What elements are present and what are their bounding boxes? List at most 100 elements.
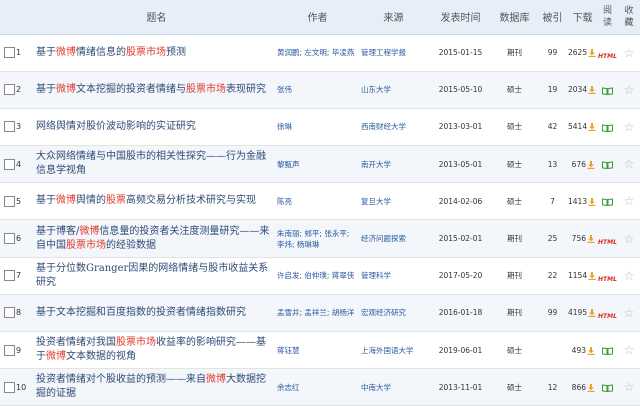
source-link[interactable]: 管理科学: [358, 257, 429, 294]
download-cell[interactable]: 756: [568, 220, 597, 257]
paper-title-link[interactable]: 基于微博情绪信息的股票市场预测: [36, 34, 277, 71]
row-checkbox[interactable]: [4, 158, 15, 170]
paper-title-link[interactable]: 投资者情绪对我国股票市场收益率的影响研究——基于微博文本数据的视角: [36, 332, 277, 369]
star-icon[interactable]: ☆: [624, 343, 635, 357]
source-link[interactable]: 复旦大学: [358, 183, 429, 220]
read-cell[interactable]: HTML: [597, 257, 618, 294]
cited-count[interactable]: 99: [537, 34, 568, 71]
source-link[interactable]: 西南财经大学: [358, 108, 429, 145]
download-arrow-icon[interactable]: [588, 197, 596, 206]
row-checkbox[interactable]: [4, 233, 15, 245]
open-book-icon[interactable]: [602, 161, 613, 170]
download-arrow-icon[interactable]: [588, 123, 596, 132]
download-column-header[interactable]: 下载: [568, 0, 597, 35]
download-arrow-icon[interactable]: [587, 235, 595, 244]
html-read-icon[interactable]: HTML: [598, 276, 617, 283]
star-icon[interactable]: ☆: [624, 269, 635, 283]
favorite-cell[interactable]: ☆: [618, 332, 640, 369]
html-read-icon[interactable]: HTML: [598, 313, 617, 320]
cited-count[interactable]: [537, 332, 568, 369]
download-arrow-icon[interactable]: [587, 346, 595, 355]
download-cell[interactable]: 676: [568, 146, 597, 183]
source-link[interactable]: 中南大学: [358, 369, 429, 406]
paper-title-link[interactable]: 网络舆情对股价波动影响的实证研究: [36, 108, 277, 145]
open-book-icon[interactable]: [602, 347, 613, 356]
read-cell[interactable]: [597, 369, 618, 406]
paper-title-link[interactable]: 基于分位数Granger因果的网络情绪与股市收益关系研究: [36, 257, 277, 294]
download-arrow-icon[interactable]: [588, 309, 596, 318]
download-arrow-icon[interactable]: [587, 383, 595, 392]
star-icon[interactable]: ☆: [624, 194, 635, 208]
row-checkbox[interactable]: [4, 47, 15, 59]
favorite-cell[interactable]: ☆: [618, 369, 640, 406]
download-arrow-icon[interactable]: [588, 86, 596, 95]
cited-count[interactable]: 99: [537, 294, 568, 331]
favorite-cell[interactable]: ☆: [618, 146, 640, 183]
star-icon[interactable]: ☆: [624, 306, 635, 320]
read-cell[interactable]: [597, 146, 618, 183]
row-checkbox[interactable]: [4, 195, 15, 207]
star-icon[interactable]: ☆: [624, 83, 635, 97]
html-read-icon[interactable]: HTML: [598, 53, 617, 60]
cited-count[interactable]: 13: [537, 146, 568, 183]
author-links[interactable]: 徐琳: [277, 108, 358, 145]
author-links[interactable]: 孟雪井; 孟祥兰; 胡杨洋: [277, 294, 358, 331]
date-column-header[interactable]: 发表时间: [429, 0, 492, 35]
row-checkbox[interactable]: [4, 344, 15, 356]
favorite-cell[interactable]: ☆: [618, 220, 640, 257]
paper-title-link[interactable]: 基于文本挖掘和百度指数的投资者情绪指数研究: [36, 294, 277, 331]
open-book-icon[interactable]: [602, 87, 613, 95]
title-column-header[interactable]: 题名: [36, 0, 277, 35]
favorite-cell[interactable]: ☆: [618, 257, 640, 294]
row-checkbox[interactable]: [4, 381, 15, 393]
paper-title-link[interactable]: 基于微博文本挖掘的投资者情绪与股票市场表现研究: [36, 71, 277, 108]
source-link[interactable]: 经济问题探索: [358, 220, 429, 257]
author-links[interactable]: 许启发; 伯仲璞; 蒋翠侠: [277, 257, 358, 294]
download-arrow-icon[interactable]: [588, 272, 596, 281]
author-links[interactable]: 蒋钰慧: [277, 332, 358, 369]
download-cell[interactable]: 1154: [568, 257, 597, 294]
read-cell[interactable]: [597, 71, 618, 108]
cited-count[interactable]: 12: [537, 369, 568, 406]
author-links[interactable]: 黎甄声: [277, 146, 358, 183]
row-checkbox[interactable]: [4, 121, 15, 133]
source-link[interactable]: 宏观经济研究: [358, 294, 429, 331]
download-cell[interactable]: 2625: [568, 34, 597, 71]
open-book-icon[interactable]: [602, 384, 613, 393]
paper-title-link[interactable]: 大众网络情绪与中国股市的相关性探究——行为金融信息学视角: [36, 146, 277, 183]
paper-title-link[interactable]: 基于微博舆情的股票高频交易分析技术研究与实现: [36, 183, 277, 220]
row-checkbox[interactable]: [4, 307, 15, 319]
star-icon[interactable]: ☆: [624, 46, 635, 60]
read-cell[interactable]: [597, 108, 618, 145]
source-link[interactable]: 山东大学: [358, 71, 429, 108]
html-read-icon[interactable]: HTML: [598, 239, 617, 246]
author-links[interactable]: 朱南丽; 郏平; 张永平; 李炜; 杨琳琳: [277, 220, 358, 257]
paper-title-link[interactable]: 基于博客/微博信息量的投资者关注度测量研究——来自中国股票市场的经验数据: [36, 220, 277, 257]
cited-count[interactable]: 7: [537, 183, 568, 220]
open-book-icon[interactable]: [602, 198, 613, 207]
star-icon[interactable]: ☆: [624, 157, 635, 171]
read-cell[interactable]: HTML: [597, 34, 618, 71]
star-icon[interactable]: ☆: [624, 120, 635, 134]
author-links[interactable]: 黄润鹏; 左文明; 毕凌燕: [277, 34, 358, 71]
cited-count[interactable]: 42: [537, 108, 568, 145]
favorite-cell[interactable]: ☆: [618, 108, 640, 145]
read-cell[interactable]: HTML: [597, 220, 618, 257]
download-cell[interactable]: 2034: [568, 71, 597, 108]
favorite-cell[interactable]: ☆: [618, 183, 640, 220]
download-cell[interactable]: 5414: [568, 108, 597, 145]
row-checkbox[interactable]: [4, 270, 15, 282]
favorite-cell[interactable]: ☆: [618, 294, 640, 331]
favorite-cell[interactable]: ☆: [618, 71, 640, 108]
star-icon[interactable]: ☆: [624, 232, 635, 246]
download-cell[interactable]: 866: [568, 369, 597, 406]
open-book-icon[interactable]: [602, 124, 613, 132]
row-checkbox[interactable]: [4, 84, 15, 96]
author-links[interactable]: 余志红: [277, 369, 358, 406]
download-cell[interactable]: 493: [568, 332, 597, 369]
cited-count[interactable]: 19: [537, 71, 568, 108]
download-cell[interactable]: 4195: [568, 294, 597, 331]
read-cell[interactable]: [597, 183, 618, 220]
source-link[interactable]: 上海外国语大学: [358, 332, 429, 369]
favorite-cell[interactable]: ☆: [618, 34, 640, 71]
